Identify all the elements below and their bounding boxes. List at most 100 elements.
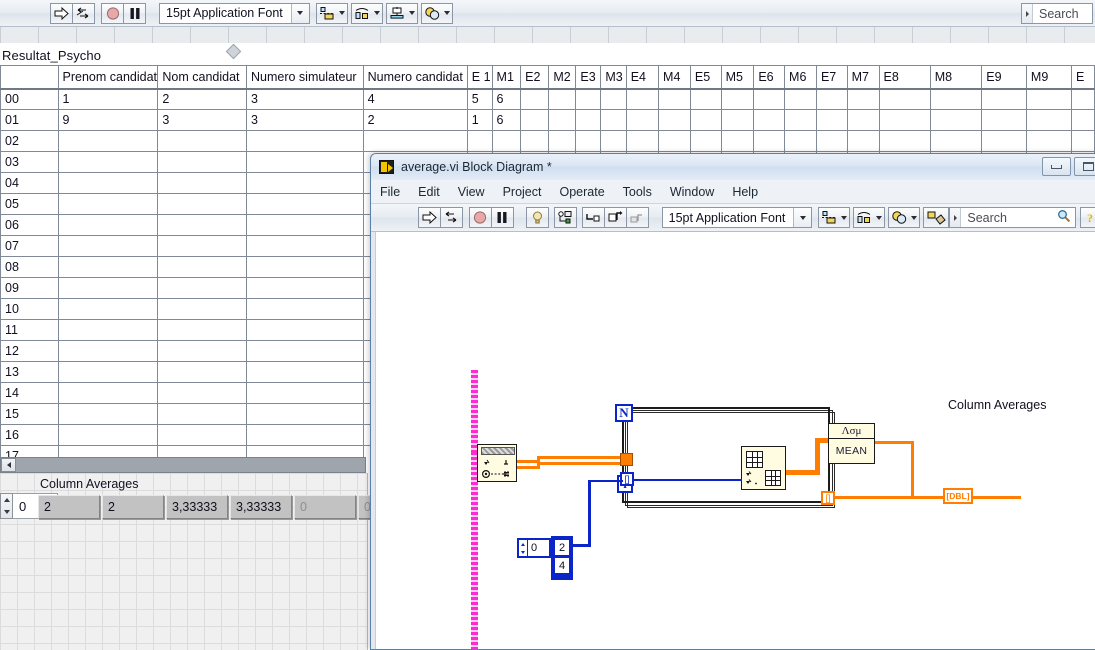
table-cell[interactable] (57, 172, 159, 194)
block-diagram-canvas[interactable]: N i [] Λσμ MEAN (371, 232, 1095, 649)
table-column-header[interactable]: E7 (815, 65, 848, 90)
table-cell[interactable]: 1 (466, 109, 493, 131)
table-cell[interactable] (658, 130, 691, 152)
wire-array-to-loop-upper[interactable] (537, 456, 623, 459)
table-cell[interactable] (548, 130, 577, 152)
table-column-header[interactable]: M2 (548, 65, 577, 90)
wire-mean-output[interactable] (875, 441, 914, 444)
table-cell[interactable] (625, 130, 660, 152)
table-cell[interactable] (1025, 88, 1072, 110)
wire-index-to-mean[interactable] (786, 470, 818, 475)
wire-to-column-averages[interactable] (835, 496, 945, 499)
table-row[interactable]: 01 9 3 3 2 1 6 (0, 109, 1095, 131)
table-cell[interactable] (245, 172, 364, 194)
distribute-objects-button[interactable] (350, 2, 383, 24)
step-into-button[interactable] (582, 207, 606, 228)
table-column-header[interactable]: E8 (878, 65, 931, 90)
table-column-header[interactable]: E 1 (466, 65, 493, 90)
table-cell[interactable] (57, 151, 159, 173)
wire-constant-to-tunnel[interactable] (588, 480, 623, 482)
table-cell[interactable] (878, 109, 931, 131)
table-cell[interactable] (57, 298, 159, 320)
table-cell[interactable] (157, 130, 247, 152)
table-cell[interactable] (245, 151, 364, 173)
table-cell[interactable] (720, 88, 755, 110)
table-cell[interactable]: 3 (245, 109, 364, 131)
horizontal-scrollbar[interactable] (0, 457, 366, 473)
table-cell[interactable] (815, 109, 848, 131)
table-cell[interactable] (245, 445, 364, 457)
table-cell[interactable] (689, 109, 722, 131)
font-selector[interactable]: 15pt Application Font (159, 2, 310, 24)
table-column-header[interactable]: E4 (625, 65, 660, 90)
table-cell[interactable]: 6 (491, 109, 522, 131)
table-cell[interactable] (929, 88, 983, 110)
clean-up-diagram-button[interactable] (923, 207, 950, 228)
step-out-button[interactable] (626, 207, 650, 228)
column-averages-terminal[interactable]: [DBL] (943, 488, 973, 504)
block-diagram-titlebar[interactable]: average.vi Block Diagram * (371, 154, 1095, 180)
table-cell[interactable] (815, 88, 848, 110)
menu-item-edit[interactable]: Edit (409, 182, 449, 202)
table-cell[interactable] (157, 193, 247, 215)
table-cell[interactable] (245, 340, 364, 362)
table-cell[interactable] (846, 130, 880, 152)
wire-index-inside-loop[interactable] (634, 479, 742, 481)
search-icon[interactable] (1057, 209, 1071, 226)
table-cell[interactable] (784, 109, 817, 131)
wire-mean-output-riser[interactable] (911, 441, 914, 499)
table-row[interactable]: 02 (0, 130, 1095, 152)
index-array-node[interactable] (741, 446, 786, 490)
table-cell[interactable] (689, 88, 722, 110)
table-cell[interactable] (157, 235, 247, 257)
table-cell[interactable] (600, 109, 627, 131)
table-cell[interactable] (245, 256, 364, 278)
table-cell[interactable] (245, 193, 364, 215)
loop-output-tunnel[interactable]: [] (821, 491, 835, 505)
table-cell[interactable] (157, 424, 247, 446)
table-column-header[interactable]: M7 (846, 65, 880, 90)
step-over-button[interactable] (604, 207, 628, 228)
table-cell[interactable] (575, 109, 602, 131)
table-row[interactable]: 00 1 2 3 4 5 6 (0, 88, 1095, 110)
retain-wire-values-button[interactable] (554, 207, 578, 228)
align-objects-button[interactable] (315, 2, 348, 24)
mean-node[interactable]: Λσμ MEAN (828, 423, 875, 464)
spreadsheet-string-to-array-node[interactable] (477, 444, 517, 482)
table-cell[interactable] (245, 361, 364, 383)
table-cell[interactable] (57, 445, 159, 457)
wire-constant-up[interactable] (588, 480, 591, 547)
table-cell[interactable] (575, 130, 602, 152)
menu-item-operate[interactable]: Operate (550, 182, 613, 202)
table-cell[interactable] (846, 88, 880, 110)
wire-array-to-loop-lower[interactable] (537, 462, 623, 465)
menu-item-file[interactable]: File (371, 182, 409, 202)
table-cell[interactable]: 5 (466, 88, 493, 110)
table-cell[interactable] (929, 130, 983, 152)
for-loop[interactable] (622, 407, 830, 503)
table-column-header[interactable]: Nom candidat (157, 65, 247, 90)
table-column-header[interactable]: E (1070, 65, 1095, 90)
reorder-button[interactable] (420, 2, 453, 24)
table-cell[interactable] (548, 88, 577, 110)
help-button[interactable]: ? (1080, 207, 1095, 228)
table-cell[interactable] (157, 445, 247, 457)
table-cell[interactable] (362, 130, 468, 152)
run-button[interactable] (417, 207, 441, 228)
table-cell[interactable] (157, 172, 247, 194)
table-cell[interactable] (981, 109, 1027, 131)
table-cell[interactable] (878, 88, 931, 110)
wire-array-upper[interactable] (517, 460, 539, 463)
table-cell[interactable] (245, 319, 364, 341)
table-cell[interactable]: 2 (157, 88, 247, 110)
table-cell[interactable] (520, 130, 550, 152)
resize-objects-button[interactable] (385, 2, 418, 24)
table-column-header[interactable]: E6 (753, 65, 786, 90)
table-column-header[interactable]: Numero candidat (362, 65, 468, 90)
array-constant-cell[interactable]: 4 (554, 557, 570, 574)
array-constant[interactable]: 2 4 (551, 536, 573, 580)
run-continuously-button[interactable] (439, 207, 463, 228)
table-cell[interactable] (57, 403, 159, 425)
table-cell[interactable] (57, 277, 159, 299)
search-box[interactable]: Search (949, 207, 1077, 228)
